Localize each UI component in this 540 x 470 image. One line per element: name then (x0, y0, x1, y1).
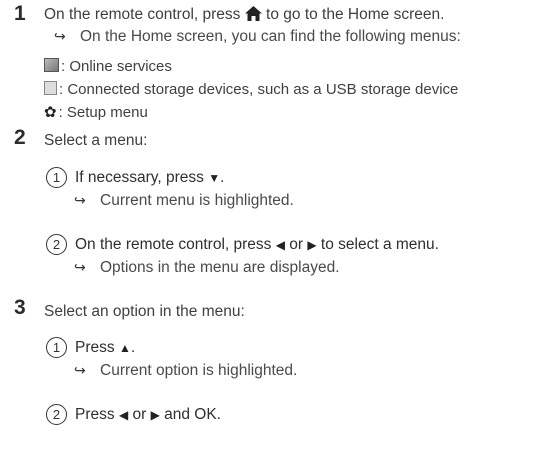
step-2-instruction: Select a menu: (44, 132, 148, 149)
substep-marker: 1 (46, 337, 67, 358)
storage-icon (44, 81, 57, 95)
step-3-sub-1: 1 Press ▲. (46, 337, 135, 358)
step-3-number: 3 (14, 296, 26, 319)
right-arrow-icon: ▶ (150, 408, 160, 422)
step-2-number: 2 (14, 126, 26, 149)
step-1-number: 1 (14, 2, 26, 25)
step-3-instruction: Select an option in the menu: (44, 303, 245, 320)
gear-icon: ✿ (44, 104, 57, 121)
substep-marker: 2 (46, 234, 67, 255)
step-2-sub-1: 1 If necessary, press ▼. (46, 167, 224, 188)
step-2-sub-2-result: ↪ Options in the menu are displayed. (74, 259, 340, 276)
menu-item-storage: : Connected storage devices, such as a U… (44, 81, 458, 98)
step-1-instruction: On the remote control, press to go to th… (44, 6, 445, 23)
online-services-icon (44, 58, 59, 72)
substep-marker: 1 (46, 167, 67, 188)
menu-item-online: : Online services (44, 58, 172, 75)
menu-item-setup: ✿: Setup menu (44, 104, 148, 121)
down-arrow-icon: ▼ (208, 171, 221, 185)
step-3-sub-1-result: ↪ Current option is highlighted. (74, 362, 298, 379)
substep-marker: 2 (46, 404, 67, 425)
left-arrow-icon: ◀ (118, 408, 129, 422)
right-arrow-icon: ▶ (307, 238, 317, 252)
step-1-result: ↪ On the Home screen, you can find the fo… (54, 28, 461, 45)
step-2-sub-1-result: ↪ Current menu is highlighted. (74, 192, 294, 209)
step-2-sub-2: 2 On the remote control, press ◀ or ▶ to … (46, 234, 439, 255)
left-arrow-icon: ◀ (275, 238, 285, 252)
home-icon (244, 6, 266, 23)
step-3-sub-2: 2 Press ◀ or ▶ and OK. (46, 404, 221, 425)
result-arrow-icon: ↪ (54, 28, 66, 44)
up-arrow-icon: ▲ (118, 341, 131, 355)
